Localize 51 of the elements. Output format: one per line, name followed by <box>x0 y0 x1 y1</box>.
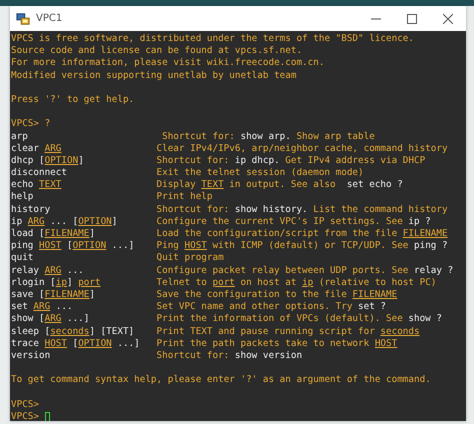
command-description: Shortcut for: show history. List the command history <box>156 204 448 216</box>
command-description: Configure packet relay between UDP ports. See relay ? <box>156 264 454 277</box>
terminal-line: VPCS> ? <box>11 118 52 130</box>
command-syntax: echo TEXT <box>11 179 62 192</box>
command-prompt: VPCS> <box>11 410 40 421</box>
command-syntax: arp <box>11 130 28 143</box>
command-description: Display TEXT in output. See also set echo ? <box>156 179 403 192</box>
window-title: VPC1 <box>36 13 62 24</box>
command-description: Exit the telnet session (daemon mode) <box>156 167 364 180</box>
command-syntax: load [FILENAME] <box>11 228 95 240</box>
command-description: Shortcut for: ip dhcp. Get IPv4 address via DHCP <box>156 154 426 168</box>
command-syntax: show [ARG ...] <box>11 313 90 326</box>
command-description: Quit program <box>156 252 224 265</box>
command-description: Print help <box>156 191 212 204</box>
command-description: Set VPC name and other options. Try set ? <box>156 301 386 314</box>
command-syntax: clear ARG <box>11 142 62 155</box>
command-description: Print TEXT and pause running script for seconds <box>156 326 420 338</box>
close-icon <box>443 14 453 24</box>
command-description: Shortcut for: show arp. Show arp table <box>161 130 375 143</box>
command-syntax: rlogin [ip] port <box>11 276 101 289</box>
terminal-line: VPCS is free software, distributed under the terms of the "BSD" licence. <box>11 33 415 46</box>
command-syntax: relay ARG ... <box>11 264 84 277</box>
command-syntax: dhcp [OPTION] <box>11 154 84 168</box>
command-syntax: sleep [seconds] [TEXT] <box>11 326 134 338</box>
terminal-line: To get command syntax help, please enter '?' as an argument of the command. <box>11 374 432 386</box>
command-syntax: set ARG ... <box>11 301 73 314</box>
command-description: Shortcut for: show version <box>156 350 302 362</box>
command-syntax: trace HOST [OPTION ...] <box>11 338 140 350</box>
command-syntax: history <box>11 204 50 216</box>
command-syntax: ping HOST [OPTION ...] <box>11 240 134 252</box>
command-description: Clear IPv4/IPv6, arp/neighbor cache, command history <box>156 142 448 155</box>
command-description: Print the path packets take to network HOST <box>156 338 398 350</box>
command-description: Save the configuration to the file FILENAME <box>156 288 398 302</box>
command-syntax: version <box>11 350 50 362</box>
command-description: Load the configuration/script from the file FILENAME <box>156 228 448 240</box>
terminal-line: VPCS> <box>11 398 40 411</box>
command-description: Configure the current VPC's IP settings. See ip ? <box>156 216 431 228</box>
terminal-line: For more information, please visit wiki.freecode.com.cn. <box>11 57 326 70</box>
maximize-icon <box>407 14 417 24</box>
command-syntax: help <box>11 191 34 204</box>
command-description: Ping HOST with ICMP (default) or TCP/UDP. See ping ? <box>156 240 448 252</box>
computer-icon <box>16 12 30 26</box>
command-description: Telnet to port on host at ip (relative to host PC) <box>156 276 436 289</box>
terminal-line: Modified version supporting unetlab by unetlab team <box>11 70 298 82</box>
command-syntax: ip ARG ... [OPTION] <box>11 216 118 228</box>
command-description: Print the information of VPCs (default). See show ? <box>156 313 442 326</box>
command-syntax: save [FILENAME] <box>11 288 95 302</box>
command-syntax: disconnect <box>11 167 67 180</box>
command-syntax: quit <box>11 252 34 265</box>
terminal-line: Press '?' to get help. <box>11 94 136 106</box>
terminal-line: Source code and license can be found at vpcs.sf.net. <box>11 45 304 58</box>
